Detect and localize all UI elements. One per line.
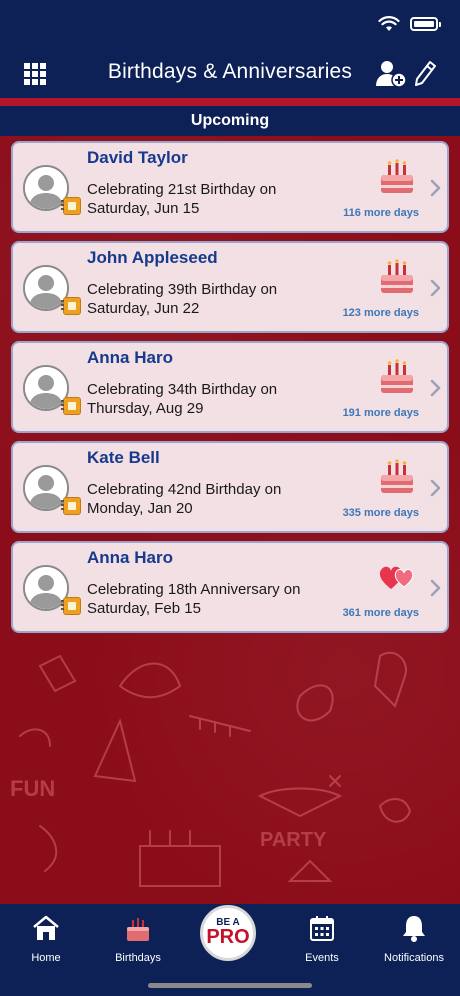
event-description: Celebrating 21st Birthday on Saturday, J… xyxy=(87,181,277,217)
be-a-pro-button[interactable]: BE A PRO xyxy=(200,905,256,961)
birthday-cake-icon xyxy=(381,359,413,393)
event-description: Celebrating 18th Anniversary on Saturday… xyxy=(87,581,301,617)
section-header: Upcoming xyxy=(0,106,460,136)
days-remaining: 335 more days xyxy=(342,507,419,519)
tab-events[interactable]: Events xyxy=(276,912,368,964)
home-icon xyxy=(33,915,59,940)
contact-book-icon xyxy=(61,397,81,415)
contact-book-icon xyxy=(61,197,81,215)
svg-text:PARTY: PARTY xyxy=(260,829,327,851)
days-remaining: 191 more days xyxy=(342,407,419,419)
event-description: Celebrating 39th Birthday on Saturday, J… xyxy=(87,281,278,317)
days-remaining: 361 more days xyxy=(342,607,419,619)
days-remaining: 116 more days xyxy=(343,207,419,219)
event-description: Celebrating 42nd Birthday on Monday, Jan… xyxy=(87,481,282,517)
contact-name: David Taylor xyxy=(87,148,188,167)
chevron-right-icon[interactable] xyxy=(429,179,441,197)
birthday-cake-icon xyxy=(127,918,149,941)
contact-book-icon xyxy=(61,297,81,315)
birthday-cake-icon xyxy=(381,259,413,293)
calendar-icon xyxy=(310,916,334,941)
contact-name: Anna Haro xyxy=(87,548,173,567)
party-doodles-decoration: FUN PARTY xyxy=(10,651,412,887)
contact-name: Anna Haro xyxy=(87,348,173,367)
birthday-cake-icon xyxy=(381,159,413,193)
pro-button-label: PRO xyxy=(206,926,250,948)
event-card[interactable]: Anna Haro Celebrating 34th Birthday on T… xyxy=(11,341,449,433)
upcoming-events-list: David Taylor Celebrating 21st Birthday o… xyxy=(11,141,449,641)
chevron-right-icon[interactable] xyxy=(429,579,441,597)
chevron-right-icon[interactable] xyxy=(429,379,441,397)
chevron-right-icon[interactable] xyxy=(429,479,441,497)
event-card[interactable]: David Taylor Celebrating 21st Birthday o… xyxy=(11,141,449,233)
event-description: Celebrating 34th Birthday on Thursday, A… xyxy=(87,381,278,417)
add-person-icon[interactable] xyxy=(376,60,406,88)
event-card[interactable]: Kate Bell Celebrating 42nd Birthday on M… xyxy=(11,441,449,533)
tab-birthdays-label: Birthdays xyxy=(115,952,161,964)
bell-icon xyxy=(403,916,425,942)
birthday-cake-icon xyxy=(381,459,413,493)
tab-notifications[interactable]: Notifications xyxy=(368,912,460,964)
svg-text:FUN: FUN xyxy=(10,776,55,801)
tab-home-label: Home xyxy=(31,952,61,964)
tab-birthdays[interactable]: Birthdays xyxy=(92,912,184,964)
tab-notifications-label: Notifications xyxy=(384,952,444,964)
home-indicator[interactable] xyxy=(148,983,312,988)
contact-book-icon xyxy=(61,597,81,615)
header-divider xyxy=(0,98,460,106)
chevron-right-icon[interactable] xyxy=(429,279,441,297)
pencil-icon[interactable] xyxy=(414,60,436,86)
hearts-icon xyxy=(379,566,414,589)
contact-book-icon xyxy=(61,497,81,515)
battery-icon xyxy=(410,17,441,31)
contact-name: Kate Bell xyxy=(87,448,160,467)
tab-events-label: Events xyxy=(305,952,339,964)
event-card[interactable]: Anna Haro Celebrating 18th Anniversary o… xyxy=(11,541,449,633)
event-card[interactable]: John Appleseed Celebrating 39th Birthday… xyxy=(11,241,449,333)
status-bar xyxy=(378,14,441,34)
navigation-bar: Birthdays & Anniversaries xyxy=(0,0,460,98)
wifi-icon xyxy=(378,16,400,31)
days-remaining: 123 more days xyxy=(342,307,419,319)
tab-home[interactable]: Home xyxy=(0,912,92,964)
contact-name: John Appleseed xyxy=(87,248,218,267)
